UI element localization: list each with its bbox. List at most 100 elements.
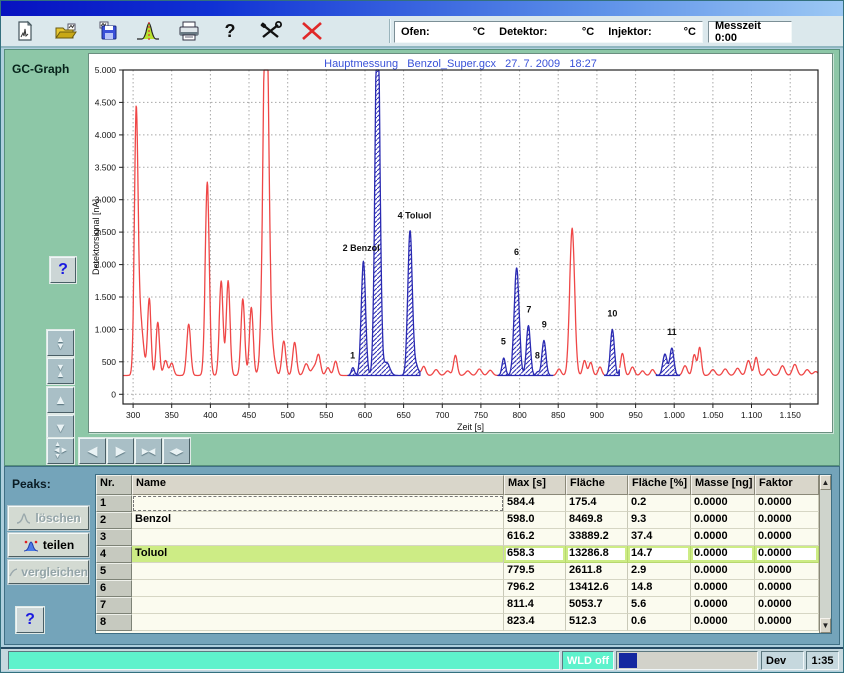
abort-button[interactable] (295, 18, 329, 44)
graph-help-button[interactable]: ? (50, 257, 76, 283)
table-cell[interactable]: 658.3 (504, 546, 566, 563)
table-cell[interactable]: 8469.8 (566, 512, 628, 529)
table-cell[interactable]: 823.4 (504, 614, 566, 631)
print-button[interactable] (172, 18, 206, 44)
collapse-horizontal-button[interactable]: ▶◀ (135, 438, 162, 464)
table-cell[interactable]: 14.8 (628, 580, 691, 597)
column-header[interactable]: Max [s] (504, 475, 566, 495)
table-cell[interactable]: 0.0000 (691, 563, 755, 580)
pan-left-button[interactable]: ◀ (79, 438, 106, 464)
split-peak-icon (23, 539, 39, 552)
column-header[interactable]: Name (132, 475, 504, 495)
table-cell[interactable]: 9.3 (628, 512, 691, 529)
svg-text:550: 550 (319, 410, 333, 420)
table-row: 4Toluol658.313286.814.70.00000.0000 (96, 546, 819, 563)
table-cell[interactable]: 8 (96, 614, 132, 631)
table-cell[interactable]: 0.0000 (691, 580, 755, 597)
column-header[interactable]: Nr. (96, 475, 132, 495)
peak-integration-button[interactable] (131, 18, 165, 44)
table-cell[interactable]: 616.2 (504, 529, 566, 546)
svg-text:2 Benzol: 2 Benzol (343, 243, 380, 253)
table-row: 8823.4512.30.60.00000.0000 (96, 614, 819, 631)
table-cell[interactable]: 2611.8 (566, 563, 628, 580)
table-cell[interactable]: Toluol (132, 546, 504, 563)
table-cell[interactable]: 5053.7 (566, 597, 628, 614)
expand-vertical-button[interactable]: ▲▼ (47, 330, 74, 356)
svg-text:0: 0 (111, 389, 116, 399)
svg-text:800: 800 (513, 410, 527, 420)
table-cell[interactable] (132, 495, 504, 512)
table-cell[interactable]: 0.0000 (755, 495, 819, 512)
table-cell[interactable] (132, 529, 504, 546)
table-cell[interactable]: 0.0000 (755, 614, 819, 631)
table-cell[interactable]: 14.7 (628, 546, 691, 563)
open-file-button[interactable] (49, 18, 83, 44)
table-cell[interactable]: 0.6 (628, 614, 691, 631)
table-cell[interactable]: 37.4 (628, 529, 691, 546)
svg-text:900: 900 (590, 410, 604, 420)
move-icon: ▲◀ ▶▼ (54, 442, 67, 460)
column-header[interactable]: Masse [ng] (691, 475, 755, 495)
column-header[interactable]: Fläche [%] (628, 475, 691, 495)
table-cell[interactable]: 5 (96, 563, 132, 580)
table-cell[interactable]: 2.9 (628, 563, 691, 580)
table-cell[interactable]: 0.2 (628, 495, 691, 512)
table-scrollbar[interactable]: ▲ ▼ (819, 475, 831, 633)
tools-button[interactable] (254, 18, 288, 44)
pan-free-button[interactable]: ▲◀ ▶▼ (47, 438, 74, 464)
table-cell[interactable]: 598.0 (504, 512, 566, 529)
table-cell[interactable] (132, 597, 504, 614)
scroll-up-button[interactable]: ▲ (820, 475, 831, 490)
pan-up-button[interactable]: ▲ (47, 387, 74, 413)
table-cell[interactable]: 0.0000 (691, 529, 755, 546)
split-peak-button[interactable]: teilen (8, 533, 89, 557)
collapse-vertical-button[interactable]: ▼▲ (47, 358, 74, 384)
table-cell[interactable]: 1 (96, 495, 132, 512)
table-cell[interactable]: 7 (96, 597, 132, 614)
help-button[interactable]: ? (213, 18, 247, 44)
table-cell[interactable]: 13286.8 (566, 546, 628, 563)
delete-peak-label: löschen (35, 511, 80, 525)
table-cell[interactable]: 0.0000 (691, 512, 755, 529)
column-header[interactable]: Fläche (566, 475, 628, 495)
table-cell[interactable]: Benzol (132, 512, 504, 529)
column-header[interactable]: Faktor (755, 475, 819, 495)
save-file-button[interactable] (90, 18, 124, 44)
table-cell[interactable]: 0.0000 (755, 597, 819, 614)
table-cell[interactable]: 6 (96, 580, 132, 597)
table-cell[interactable]: 0.0000 (755, 546, 819, 563)
peaks-help-button[interactable]: ? (16, 607, 44, 633)
right-arrow-icon: ▶ (116, 446, 126, 456)
new-chromatogram-button[interactable] (8, 18, 42, 44)
table-cell[interactable]: 0.0000 (691, 546, 755, 563)
table-cell[interactable]: 0.0000 (691, 614, 755, 631)
table-cell[interactable]: 512.3 (566, 614, 628, 631)
table-cell[interactable]: 0.0000 (755, 563, 819, 580)
window-titlebar[interactable] (1, 1, 843, 16)
table-cell[interactable]: 33889.2 (566, 529, 628, 546)
table-cell[interactable]: 0.0000 (691, 495, 755, 512)
table-cell[interactable]: 2 (96, 512, 132, 529)
table-cell[interactable]: 811.4 (504, 597, 566, 614)
table-cell[interactable]: 0.0000 (691, 597, 755, 614)
expand-horizontal-button[interactable]: ◀▶ (163, 438, 190, 464)
table-cell[interactable]: 0.0000 (755, 580, 819, 597)
table-cell[interactable] (132, 580, 504, 597)
table-cell[interactable] (132, 563, 504, 580)
table-cell[interactable]: 3 (96, 529, 132, 546)
scroll-down-button[interactable]: ▼ (820, 618, 831, 633)
table-cell[interactable]: 0.0000 (755, 529, 819, 546)
table-cell[interactable]: 0.0000 (755, 512, 819, 529)
table-cell[interactable]: 779.5 (504, 563, 566, 580)
table-cell[interactable]: 175.4 (566, 495, 628, 512)
table-cell[interactable]: 5.6 (628, 597, 691, 614)
delete-peak-button[interactable]: löschen (8, 506, 89, 530)
compare-peak-button[interactable]: vergleichen (8, 560, 89, 584)
table-cell[interactable] (132, 614, 504, 631)
chromatogram-chart[interactable]: 3003504004505005506006507007508008509009… (88, 53, 833, 433)
table-cell[interactable]: 4 (96, 546, 132, 563)
pan-right-button[interactable]: ▶ (107, 438, 134, 464)
table-cell[interactable]: 13412.6 (566, 580, 628, 597)
table-cell[interactable]: 796.2 (504, 580, 566, 597)
table-cell[interactable]: 584.4 (504, 495, 566, 512)
